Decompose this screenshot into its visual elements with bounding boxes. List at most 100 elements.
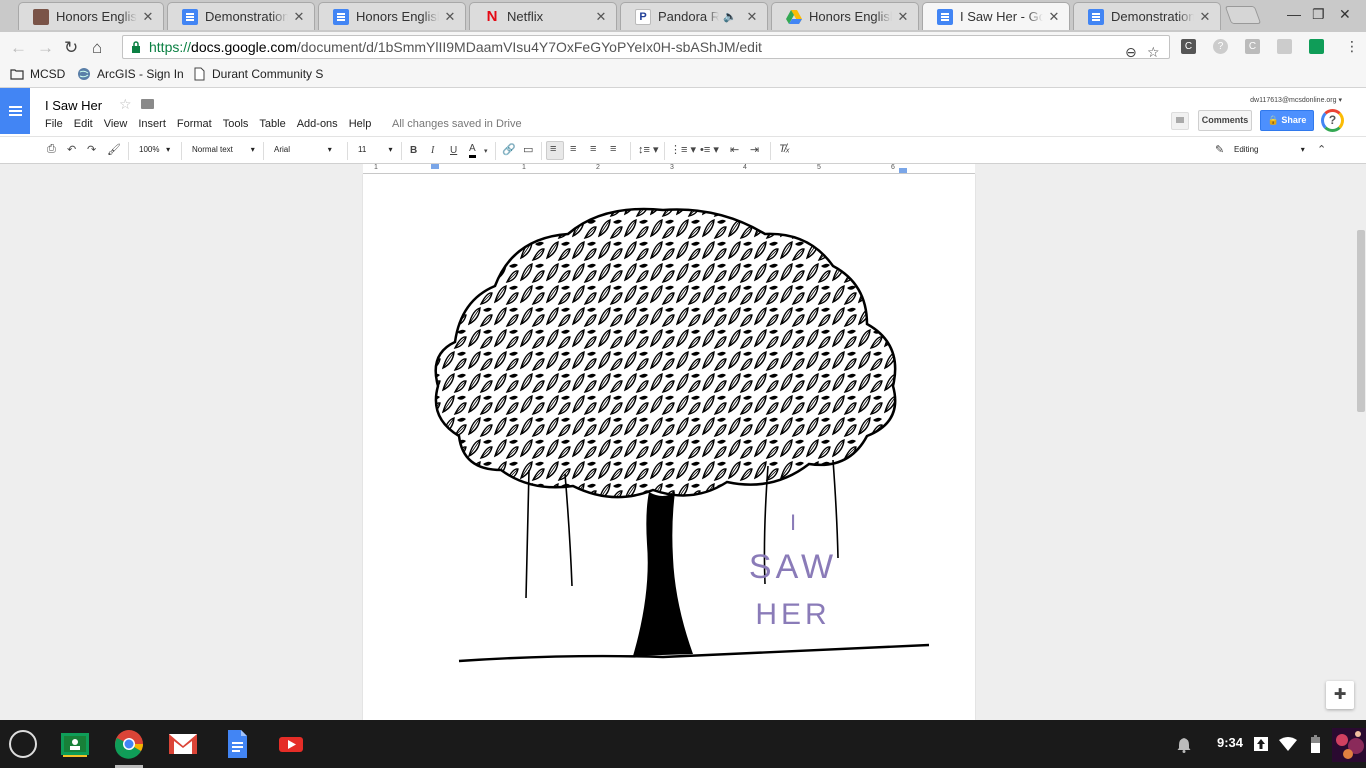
paint-format-icon[interactable]: 🖌 [107, 143, 121, 156]
speaker-icon[interactable]: 🔈 [723, 10, 737, 23]
notification-bell-icon[interactable] [1177, 737, 1191, 753]
numbered-list-icon[interactable]: ⋮≡ ▾ [670, 143, 696, 156]
classroom-app[interactable] [60, 729, 90, 759]
extension-help-icon[interactable]: ? [1213, 39, 1228, 54]
account-email[interactable]: dw117613@mcsdonline.org ▾ [1250, 96, 1342, 104]
link-icon[interactable]: 🔗 [502, 143, 516, 156]
back-icon[interactable]: ← [10, 38, 27, 58]
document-title[interactable]: I Saw Her [45, 98, 102, 113]
forward-icon[interactable]: → [37, 38, 54, 58]
right-indent-marker-icon[interactable] [899, 168, 907, 173]
font-size-select[interactable]: 11 ▾ [358, 145, 393, 154]
comment-history-icon[interactable] [1171, 112, 1189, 130]
tab-honors-english-1[interactable]: Honors English 9 ✕ [18, 2, 164, 30]
status-tray[interactable] [1171, 728, 1366, 762]
align-right-icon[interactable]: ≡ [590, 143, 596, 155]
bookmark-durant[interactable]: Durant Community S [192, 67, 323, 81]
close-icon[interactable]: ✕ [443, 9, 457, 25]
home-icon[interactable]: ⌂ [92, 38, 102, 58]
menu-tools[interactable]: Tools [223, 118, 249, 130]
print-icon[interactable]: ⎙ [47, 143, 56, 156]
chrome-app[interactable] [114, 729, 144, 759]
insert-comment-icon[interactable]: ▭ [523, 143, 533, 156]
battery-icon[interactable] [1311, 735, 1320, 753]
line-spacing-icon[interactable]: ↕≡ ▾ [638, 143, 659, 156]
help-icon[interactable]: ? [1321, 109, 1344, 132]
underline-icon[interactable]: U [450, 145, 457, 156]
minimize-icon[interactable]: — [1287, 6, 1301, 22]
text-color-icon[interactable]: A [469, 143, 476, 158]
close-icon[interactable]: ✕ [1198, 9, 1212, 25]
close-icon[interactable]: ✕ [1047, 9, 1061, 25]
ruler[interactable]: 1 1 2 3 4 5 6 [363, 164, 975, 174]
tab-i-saw-her[interactable]: I Saw Her - Google ✕ [922, 2, 1070, 30]
menu-add-ons[interactable]: Add-ons [297, 118, 338, 130]
docs-app[interactable] [222, 729, 252, 759]
bookmark-mcsd[interactable]: MCSD [10, 67, 65, 81]
bookmark-arcgis[interactable]: ArcGIS - Sign In [77, 67, 184, 81]
launcher-icon[interactable] [9, 730, 37, 758]
tree-illustration[interactable]: I SAW HER [363, 174, 975, 720]
style-select[interactable]: Normal text ▾ [192, 145, 255, 154]
share-button[interactable]: 🔒 Share [1260, 110, 1314, 131]
italic-icon[interactable]: I [431, 145, 434, 156]
reload-icon[interactable]: ↻ [64, 38, 78, 58]
decrease-indent-icon[interactable]: ⇤ [730, 143, 739, 156]
youtube-app[interactable] [276, 729, 306, 759]
chrome-menu-icon[interactable]: ⋮ [1345, 38, 1359, 55]
align-center-icon[interactable]: ≡ [570, 143, 576, 155]
zoom-select[interactable]: 100% ▾ [139, 145, 170, 154]
menu-edit[interactable]: Edit [74, 118, 93, 130]
extension-copy-icon[interactable] [1277, 39, 1292, 54]
address-bar[interactable]: https://docs.google.com/document/d/1bSmm… [122, 35, 1170, 60]
close-window-icon[interactable]: ✕ [1339, 6, 1351, 23]
tab-pandora[interactable]: P Pandora Radio 🔈 ✕ [620, 2, 768, 30]
gmail-app[interactable] [168, 729, 198, 759]
justify-icon[interactable]: ≡ [610, 143, 616, 155]
explore-button[interactable]: ✚ [1326, 681, 1354, 709]
chevron-down-icon[interactable]: ▾ [484, 147, 488, 155]
menu-table[interactable]: Table [259, 118, 285, 130]
close-icon[interactable]: ✕ [896, 9, 910, 25]
bold-icon[interactable]: B [410, 145, 417, 156]
tab-honors-english-3[interactable]: Honors English 9 ✕ [771, 2, 919, 30]
increase-indent-icon[interactable]: ⇥ [750, 143, 759, 156]
wifi-icon[interactable] [1279, 737, 1297, 751]
star-icon[interactable]: ☆ [119, 96, 132, 113]
maximize-icon[interactable]: ❐ [1312, 6, 1325, 23]
zoom-icon[interactable]: ⊖ [1125, 41, 1137, 63]
user-avatar[interactable] [1332, 728, 1366, 762]
tab-demonstration-2[interactable]: Demonstration of ✕ [1073, 2, 1221, 30]
save-status[interactable]: All changes saved in Drive [392, 118, 522, 130]
docs-logo-icon[interactable] [0, 88, 30, 134]
menu-view[interactable]: View [104, 118, 128, 130]
close-icon[interactable]: ✕ [745, 9, 759, 25]
document-page[interactable]: I SAW HER [363, 174, 975, 720]
tab-netflix[interactable]: N Netflix ✕ [469, 2, 617, 30]
editing-mode-select[interactable]: Editing ▾ [1234, 145, 1305, 154]
tab-demonstration-1[interactable]: Demonstration of ✕ [167, 2, 315, 30]
comments-button[interactable]: Comments [1198, 110, 1252, 131]
extension-icon[interactable]: C [1181, 39, 1196, 54]
collapse-toolbar-icon[interactable]: ⌃ [1317, 143, 1326, 156]
vertical-scrollbar[interactable] [1357, 230, 1365, 412]
move-folder-icon[interactable] [141, 99, 154, 109]
bookmark-star-icon[interactable]: ☆ [1147, 41, 1160, 63]
input-method-icon[interactable] [1254, 737, 1268, 751]
tab-honors-english-2[interactable]: Honors English 9 ✕ [318, 2, 466, 30]
extension-icon[interactable]: C [1245, 39, 1260, 54]
clock[interactable]: 9:34 [1217, 735, 1243, 750]
close-icon[interactable]: ✕ [594, 9, 608, 25]
close-icon[interactable]: ✕ [141, 9, 155, 25]
redo-icon[interactable]: ↷ [87, 143, 96, 156]
new-tab-button[interactable] [1224, 6, 1262, 24]
clear-formatting-icon[interactable]: T̸ₓ [779, 143, 790, 155]
bulleted-list-icon[interactable]: •≡ ▾ [700, 143, 719, 156]
classroom-extension-icon[interactable] [1309, 39, 1324, 54]
menu-insert[interactable]: Insert [138, 118, 166, 130]
menu-format[interactable]: Format [177, 118, 212, 130]
menu-help[interactable]: Help [349, 118, 372, 130]
close-icon[interactable]: ✕ [292, 9, 306, 25]
menu-file[interactable]: File [45, 118, 63, 130]
indent-marker-icon[interactable] [431, 164, 439, 169]
